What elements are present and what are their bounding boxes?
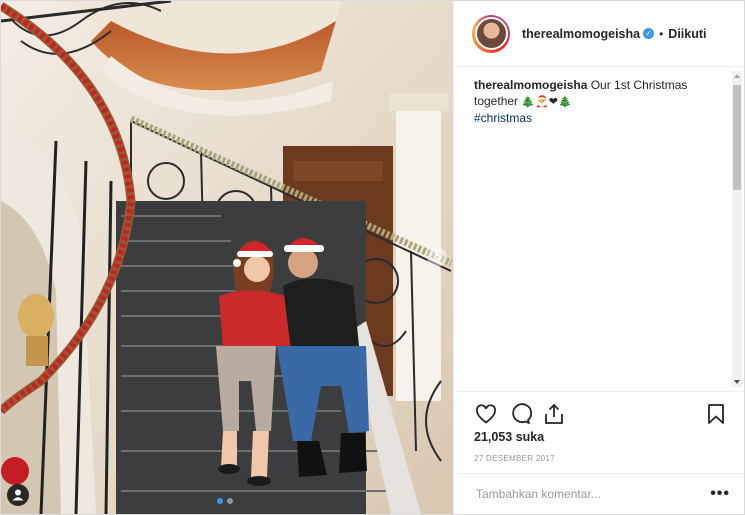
header-username[interactable]: therealmomogeisha xyxy=(522,27,640,41)
carousel-dot-active xyxy=(217,498,223,504)
post-photo-illustration xyxy=(1,1,453,514)
comment-input[interactable] xyxy=(474,486,711,502)
share-icon[interactable] xyxy=(542,402,566,426)
action-bar xyxy=(454,391,744,435)
verified-badge-icon: ✓ xyxy=(643,28,655,39)
scroll-down-arrow-icon[interactable] xyxy=(734,380,740,384)
heart-icon[interactable] xyxy=(474,402,498,426)
comments-area: therealmomogeisha Our 1st Christmas toge… xyxy=(454,67,744,387)
bookmark-icon[interactable] xyxy=(704,402,728,426)
caption-username[interactable]: therealmomogeisha xyxy=(474,78,587,92)
caption-emojis: 🎄🎅❤🎄 xyxy=(521,95,572,108)
post-date[interactable]: 27 DESEMBER 2017 xyxy=(474,454,555,463)
likes-count[interactable]: 21,053 suka xyxy=(474,430,544,444)
scrollbar-thumb[interactable] xyxy=(733,85,741,190)
next-photo-button[interactable] xyxy=(427,247,447,267)
comments-scrollbar[interactable] xyxy=(732,71,742,387)
post-photo[interactable] xyxy=(1,1,453,514)
post-side-panel: therealmomogeisha ✓ • Diikuti therealmom… xyxy=(453,1,744,514)
post-header: therealmomogeisha ✓ • Diikuti xyxy=(454,1,744,67)
caption-hashtag[interactable]: #christmas xyxy=(474,110,728,126)
chevron-right-icon xyxy=(434,251,442,263)
comment-bubble-icon[interactable] xyxy=(508,402,532,426)
more-options-icon[interactable]: ••• xyxy=(710,485,730,503)
header-separator: • xyxy=(659,26,664,41)
carousel-dot xyxy=(227,498,233,504)
carousel-dots xyxy=(217,498,233,504)
add-comment-section: ••• xyxy=(454,473,744,514)
avatar-image xyxy=(474,17,508,50)
user-tag-icon[interactable] xyxy=(7,484,29,506)
caption: therealmomogeisha Our 1st Christmas toge… xyxy=(474,77,728,126)
instagram-post: therealmomogeisha ✓ • Diikuti therealmom… xyxy=(0,0,745,515)
profile-avatar[interactable] xyxy=(472,14,510,53)
follow-status-button[interactable]: Diikuti xyxy=(668,27,706,41)
scroll-up-arrow-icon[interactable] xyxy=(734,74,740,78)
